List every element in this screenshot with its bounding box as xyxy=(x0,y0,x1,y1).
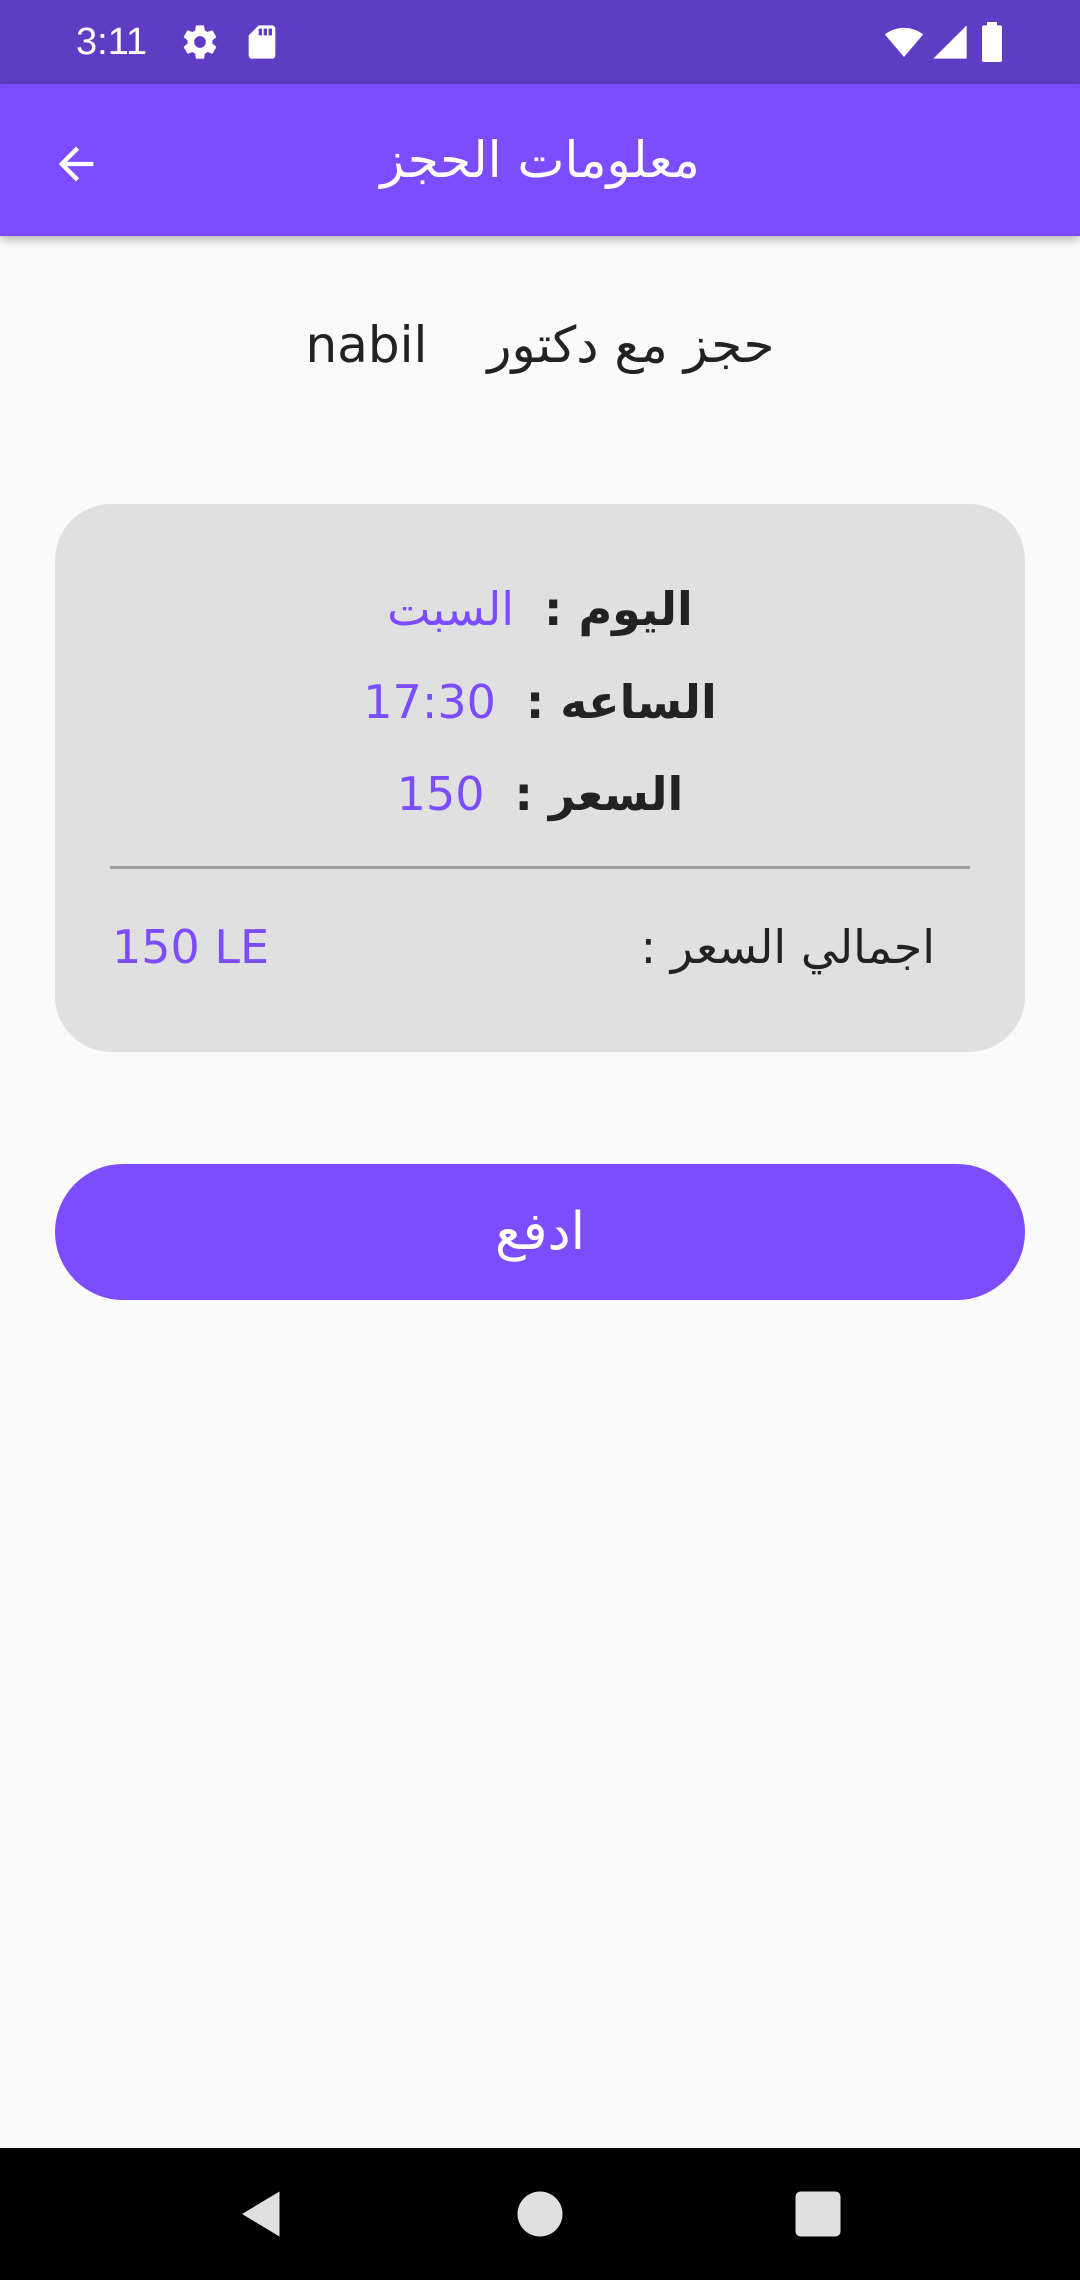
doctor-heading: nabil حجز مع دكتور xyxy=(0,310,1080,380)
settings-icon xyxy=(180,22,220,62)
price-label: السعر : xyxy=(514,767,684,821)
page-title: معلومات الحجز xyxy=(380,131,700,189)
status-bar: 3:11 xyxy=(0,0,1080,84)
app-bar: معلومات الحجز xyxy=(0,84,1080,236)
booking-with-doctor-label: حجز مع دكتور xyxy=(487,316,775,374)
wifi-icon xyxy=(882,22,926,62)
time-value: 17:30 xyxy=(363,675,496,729)
total-price-label: اجمالي السعر : xyxy=(640,920,935,974)
price-row: 150 السعر : xyxy=(55,759,1025,829)
day-label: اليوم : xyxy=(544,582,693,636)
time-label: الساعه : xyxy=(525,675,717,729)
doctor-name: nabil xyxy=(305,316,428,374)
sd-card-icon xyxy=(242,22,282,62)
signal-icon xyxy=(930,22,970,62)
time-row: 17:30 الساعه : xyxy=(55,667,1025,737)
day-row: السبت اليوم : xyxy=(55,574,1025,644)
back-triangle-icon[interactable] xyxy=(232,2184,292,2244)
battery-icon xyxy=(976,22,1008,62)
navigation-bar xyxy=(0,2148,1080,2280)
day-value: السبت xyxy=(387,582,515,636)
price-value: 150 xyxy=(396,767,485,821)
recents-square-icon[interactable] xyxy=(788,2184,848,2244)
home-circle-icon[interactable] xyxy=(510,2184,570,2244)
pay-button[interactable]: ادفع xyxy=(55,1164,1025,1300)
booking-details-card: السبت اليوم : 17:30 الساعه : 150 السعر :… xyxy=(55,504,1025,1052)
total-price-value: 150 LE xyxy=(112,920,270,974)
divider xyxy=(110,866,970,869)
status-time: 3:11 xyxy=(76,21,148,63)
